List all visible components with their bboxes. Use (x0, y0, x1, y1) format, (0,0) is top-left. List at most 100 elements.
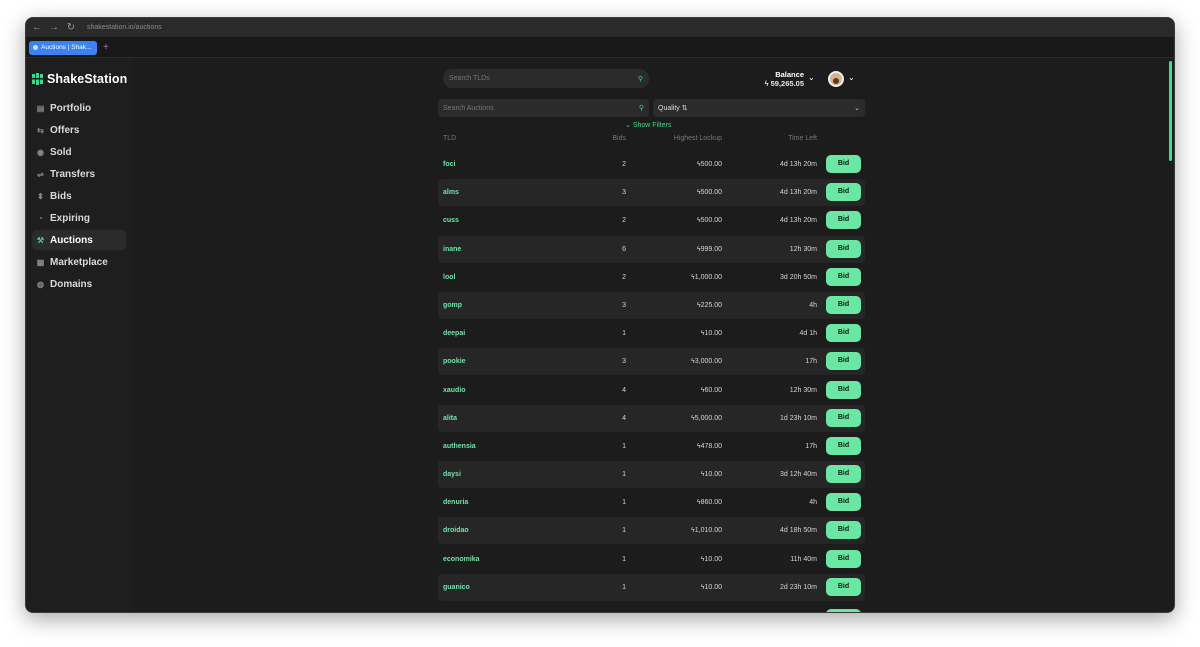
table-row[interactable]: alita 4 ϟ5,000.00 1d 23h 10m Bid (438, 404, 865, 432)
sidebar-item-bids[interactable]: ⬍ Bids (32, 186, 126, 206)
reload-icon[interactable]: ↻ (66, 22, 76, 33)
sidebar-item-offers[interactable]: ⇆ Offers (32, 120, 126, 140)
sidebar-item-auctions[interactable]: ⚒ Auctions (32, 230, 126, 250)
tld-name[interactable]: pookie (443, 358, 466, 365)
bid-button[interactable]: Bid (826, 267, 861, 286)
table-row[interactable]: lool 2 ϟ1,000.00 3d 20h 50m Bid (438, 264, 865, 291)
bid-button[interactable]: Bid (826, 465, 861, 484)
table-row[interactable]: denuria 1 ϟ860.00 4h Bid (438, 489, 865, 516)
table-row[interactable]: deepai 1 ϟ10.00 4d 1h Bid (438, 320, 865, 347)
sidebar-item-marketplace[interactable]: ▦ Marketplace (32, 252, 126, 272)
logo-icon (32, 73, 43, 85)
bid-button[interactable]: Bid (826, 436, 861, 455)
tld-name[interactable]: cuss (443, 217, 459, 224)
col-header-bids[interactable]: Bids (612, 135, 626, 142)
tld-name[interactable]: denuria (443, 499, 468, 506)
sidebar-item-transfers[interactable]: ⇌ Transfers (32, 164, 126, 184)
search-tlds-input[interactable]: Search TLDs ⚲ (443, 69, 649, 88)
bid-button[interactable]: Bid (826, 324, 861, 343)
highest-lockup: ϟ5,000.00 (691, 415, 722, 422)
time-left: 4h (809, 499, 817, 507)
highest-lockup: ϟ500.00 (697, 189, 722, 196)
table-row[interactable]: cuss 2 ϟ500.00 4d 13h 20m Bid (438, 207, 865, 234)
lockup-amount: 5,000.00 (694, 414, 722, 422)
sidebar-item-label: Domains (50, 278, 93, 290)
balance-chevron-down-icon[interactable]: ⌄ (808, 73, 815, 82)
table-row[interactable]: authensia 1 ϟ478.00 17h Bid (438, 433, 865, 460)
transfers-icon: ⇌ (37, 169, 44, 179)
show-filters-toggle[interactable]: ⌄ Show Filters (625, 121, 671, 129)
table-row[interactable]: inane 6 ϟ999.00 12h 30m Bid (438, 235, 865, 263)
quality-select[interactable]: Quality ⇅ ⌄ (653, 99, 865, 117)
sidebar-item-expiring[interactable]: ◔ Expiring (32, 208, 126, 228)
sidebar-item-sold[interactable]: ◉ Sold (32, 142, 126, 162)
back-icon[interactable]: ← (32, 22, 42, 33)
bid-button[interactable]: Bid (826, 549, 861, 568)
tld-name[interactable]: guanico (443, 584, 470, 591)
bid-button[interactable]: Bid (826, 408, 861, 427)
highest-lockup: ϟ999.00 (697, 246, 722, 253)
scrollbar[interactable] (1169, 61, 1172, 161)
tld-name[interactable]: inane (443, 246, 461, 253)
tld-name[interactable]: lool (443, 274, 455, 281)
col-header-tld[interactable]: TLD (443, 135, 456, 142)
bid-button[interactable]: Bid (826, 493, 861, 512)
search-auctions-input[interactable]: Search Auctions ⚲ (438, 99, 649, 117)
bid-button[interactable]: Bid (826, 211, 861, 230)
table-row[interactable]: gomp 3 ϟ225.00 4h Bid (438, 291, 865, 319)
tld-name[interactable]: alms (443, 189, 459, 196)
search-tlds-placeholder: Search TLDs (449, 75, 490, 82)
brand-logo[interactable]: ShakeStation (32, 72, 127, 86)
tld-name[interactable]: alita (443, 415, 457, 422)
url-text[interactable]: shakestation.io/auctions (87, 24, 162, 31)
col-header-lockup[interactable]: Highest Lockup (674, 135, 722, 142)
tld-name[interactable]: foci (443, 161, 455, 168)
new-tab-button[interactable]: + (103, 42, 109, 53)
col-header-time[interactable]: Time Left (788, 135, 817, 142)
bid-button[interactable]: Bid (826, 295, 861, 314)
sidebar-item-label: Portfolio (50, 102, 92, 114)
table-row[interactable]: alms 3 ϟ500.00 4d 13h 20m Bid (438, 179, 865, 207)
table-row[interactable]: droidao 1 ϟ1,010.00 4d 18h 50m Bid (438, 517, 865, 545)
tld-name[interactable]: economika (443, 556, 480, 563)
tld-name[interactable]: deepai (443, 330, 465, 337)
highest-lockup: ϟ500.00 (697, 161, 722, 168)
lockup-amount: 60.00 (704, 386, 722, 394)
url-bar: ← → ↻ shakestation.io/auctions (26, 18, 1174, 38)
tld-name[interactable]: droidao (443, 527, 469, 534)
bid-button[interactable]: Bid (826, 183, 861, 202)
bid-button[interactable]: Bid (826, 521, 861, 540)
bid-button-partial[interactable] (826, 609, 861, 612)
time-left: 4d 13h 20m (780, 161, 817, 168)
sidebar-item-portfolio[interactable]: ▤ Portfolio (32, 98, 126, 118)
time-left: 17h (805, 358, 817, 366)
tld-name[interactable]: gomp (443, 302, 462, 309)
table-row[interactable]: foci 2 ϟ500.00 4d 13h 20m Bid (438, 151, 865, 178)
avatar-face (833, 78, 839, 84)
bid-button[interactable]: Bid (826, 577, 861, 596)
search-icon[interactable]: ⚲ (639, 104, 644, 112)
forward-icon[interactable]: → (49, 22, 59, 33)
bid-count: 1 (622, 330, 626, 338)
bid-button[interactable]: Bid (826, 155, 861, 173)
search-auctions-placeholder: Search Auctions (443, 104, 494, 112)
lockup-amount: 478.00 (700, 442, 722, 450)
tld-name[interactable]: xaudio (443, 387, 466, 394)
table-row[interactable]: daysi 1 ϟ10.00 3d 12h 40m Bid (438, 461, 865, 489)
browser-tab[interactable]: Auctions | Shak... (29, 40, 97, 55)
account-chevron-down-icon[interactable]: ⌄ (848, 73, 855, 82)
bid-button[interactable]: Bid (826, 380, 861, 399)
bid-button[interactable]: Bid (826, 352, 861, 371)
bid-count: 1 (622, 583, 626, 591)
table-row[interactable]: xaudio 4 ϟ60.00 12h 30m Bid (438, 377, 865, 404)
table-row[interactable]: economika 1 ϟ10.00 11h 40m Bid (438, 546, 865, 573)
search-icon[interactable]: ⚲ (638, 75, 643, 83)
tld-name[interactable]: daysi (443, 471, 461, 478)
bid-count: 1 (622, 527, 626, 535)
table-row[interactable]: pookie 3 ϟ3,000.00 17h Bid (438, 348, 865, 376)
bid-button[interactable]: Bid (826, 239, 861, 258)
sidebar-item-domains[interactable]: ◍ Domains (32, 274, 126, 294)
tld-name[interactable]: authensia (443, 443, 476, 450)
avatar[interactable] (828, 71, 844, 87)
table-row[interactable]: guanico 1 ϟ10.00 2d 23h 10m Bid (438, 573, 865, 601)
